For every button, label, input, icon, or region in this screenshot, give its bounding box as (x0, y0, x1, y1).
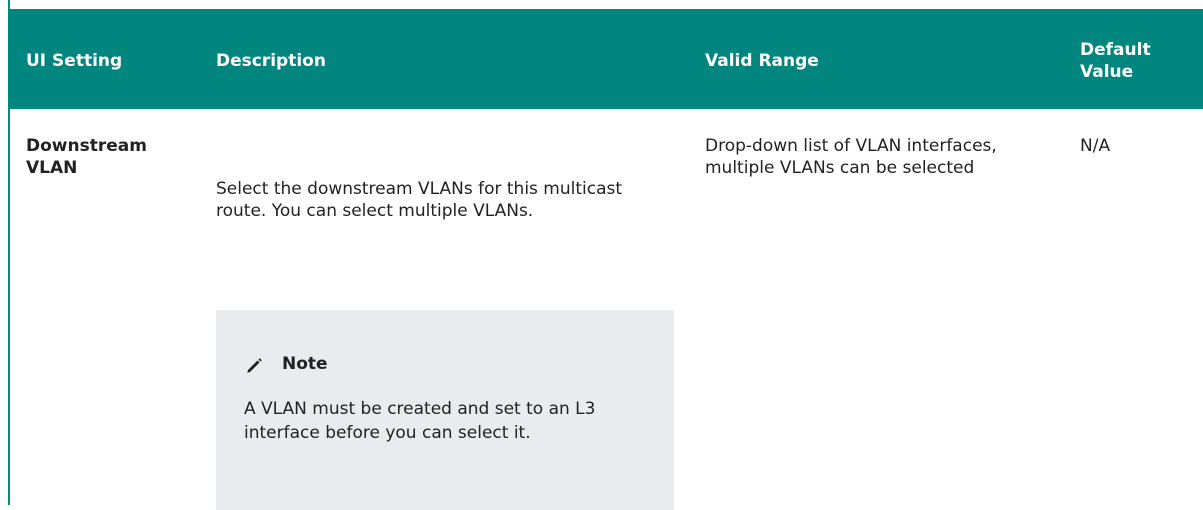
note-heading: Note (244, 353, 328, 375)
description-cell: Select the downstream VLANs for this mul… (216, 179, 623, 221)
pencil-icon (247, 358, 262, 373)
header-description: Description (216, 51, 326, 71)
default-value-cell: N/A (1080, 136, 1111, 156)
note-title: Note (282, 354, 328, 374)
ui-setting-cell: Downstream VLAN (26, 136, 147, 178)
note-box: Note A VLAN must be created and set to a… (216, 310, 674, 510)
header-valid-range: Valid Range (705, 51, 819, 71)
header-default-value: Default Value (1080, 40, 1151, 82)
header-ui-setting: UI Setting (26, 51, 123, 71)
valid-range-cell: Drop-down list of VLAN interfaces, multi… (705, 136, 997, 178)
table-header: UI Setting Description Valid Range Defau… (8, 9, 1203, 109)
note-text: A VLAN must be created and set to an L3 … (244, 399, 596, 443)
